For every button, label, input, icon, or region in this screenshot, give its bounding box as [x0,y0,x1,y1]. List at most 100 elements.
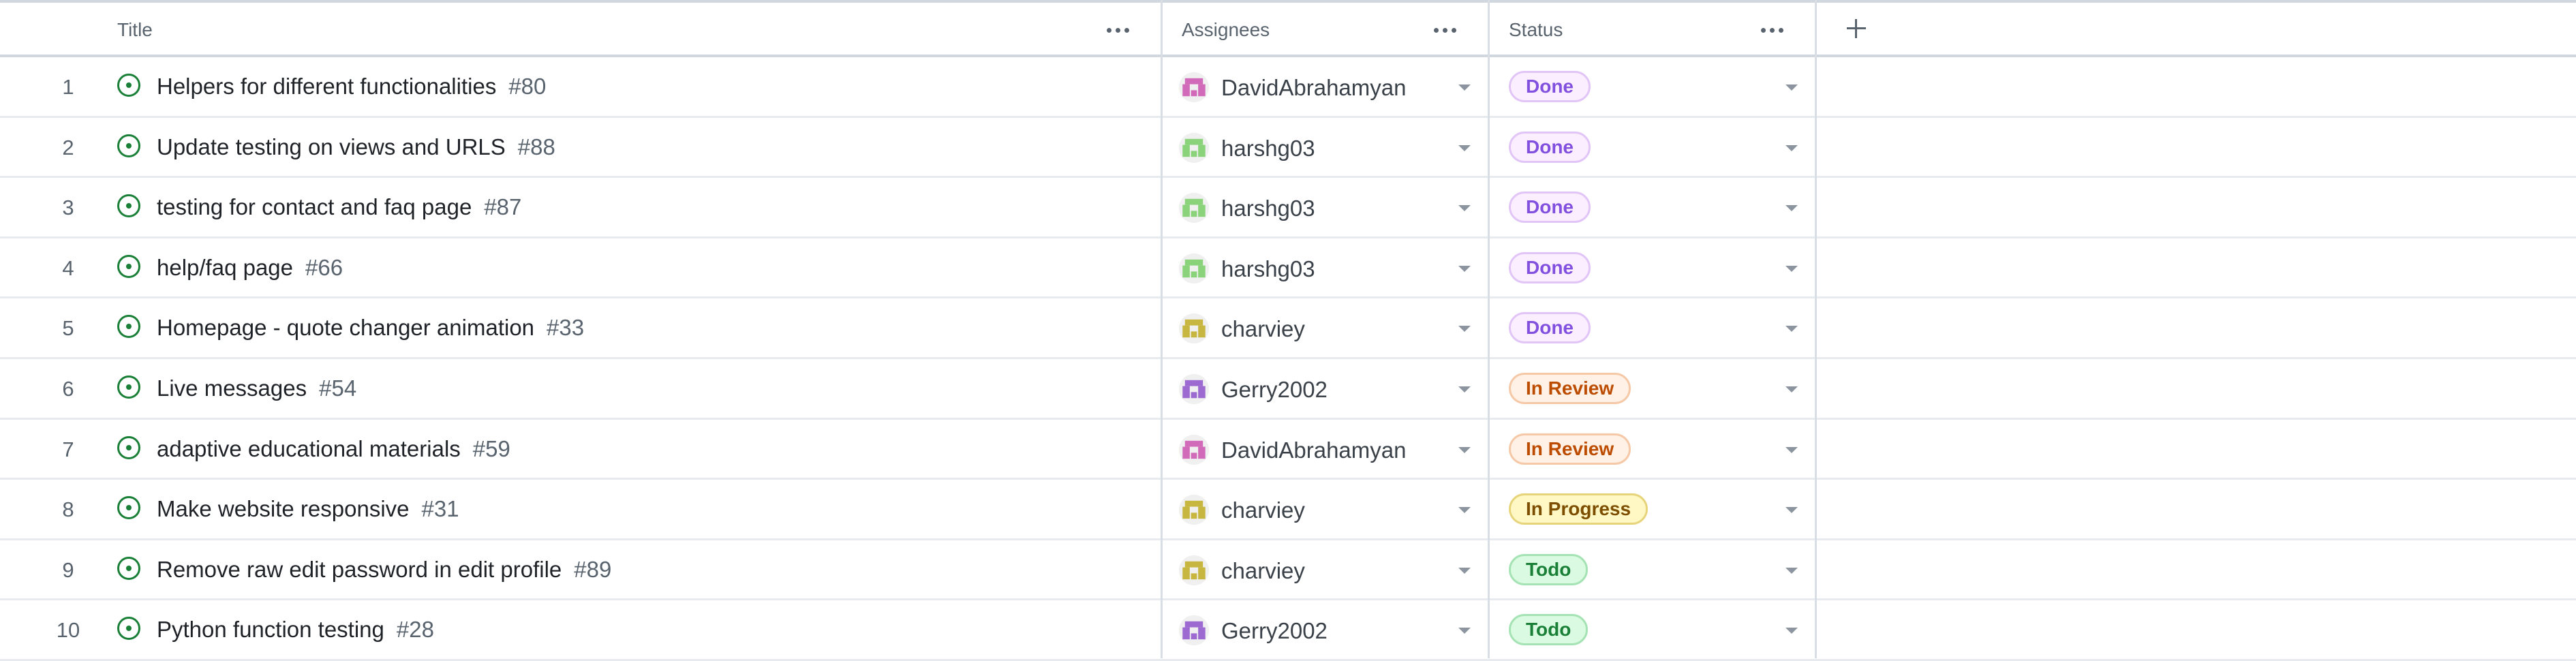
issue-title-text: Homepage - quote changer animation [157,315,535,341]
table-row[interactable]: 2 Update testing on views and URLS #88 hars… [0,118,2576,179]
table-row[interactable]: 3 testing for contact and faq page #87 hars… [0,178,2576,239]
issue-number: #80 [508,74,547,99]
issue-number: #54 [319,375,357,401]
column-header-assignees-label: Assignees [1182,19,1270,40]
issue-title-link[interactable]: Python function testing #28 [157,617,434,643]
open-issue-icon [117,435,140,459]
assignee-avatar[interactable] [1179,434,1209,465]
issue-title-link[interactable]: Live messages #54 [157,375,356,401]
table-row[interactable]: 9 Remove raw edit password in edit profil… [0,540,2576,601]
table-row[interactable]: 10 Python function testing #28 Gerry2002 Tod… [0,600,2576,661]
status-badge[interactable]: Done [1509,251,1591,283]
status-dropdown-chevron-icon[interactable] [1785,446,1798,453]
open-issue-icon [117,194,140,218]
assignee-avatar[interactable] [1179,555,1209,585]
issue-title-text: Helpers for different functionalities [157,74,497,99]
status-dropdown-chevron-icon[interactable] [1785,265,1798,272]
assignees-dropdown-chevron-icon[interactable] [1458,84,1471,91]
table-row[interactable]: 8 Make website responsive #31 charviey In Pr… [0,480,2576,540]
status-badge[interactable]: Todo [1509,553,1589,585]
issue-title-text: testing for contact and faq page [157,194,472,220]
status-badge[interactable]: Done [1509,131,1591,163]
issue-title-link[interactable]: adaptive educational materials #59 [157,436,510,462]
status-dropdown-chevron-icon[interactable] [1785,628,1798,634]
status-badge[interactable]: In Review [1509,373,1631,404]
assignee-name: harshg03 [1221,135,1315,161]
assignees-dropdown-chevron-icon[interactable] [1458,446,1471,453]
status-dropdown-chevron-icon[interactable] [1785,84,1798,91]
issue-title-text: Python function testing [157,617,384,643]
status-dropdown-chevron-icon[interactable] [1785,386,1798,393]
open-issue-icon [117,617,140,641]
status-badge[interactable]: In Review [1509,433,1631,465]
assignee-name: Gerry2002 [1221,377,1328,402]
table-row[interactable]: 6 Live messages #54 Gerry2002 In Review [0,359,2576,420]
table-row[interactable]: 4 help/faq page #66 harshg03 Done [0,239,2576,299]
assignees-dropdown-chevron-icon[interactable] [1458,507,1471,514]
assignee-avatar[interactable] [1179,615,1209,646]
table-row[interactable]: 7 adaptive educational materials #59 DavidA… [0,420,2576,480]
open-issue-icon [117,254,140,278]
column-divider [1161,0,1163,658]
issue-title-link[interactable]: Update testing on views and URLS #88 [157,134,555,160]
issue-number: #28 [396,617,434,643]
project-table: Title Assignees Status 1 Helpers for diff… [0,0,2576,661]
assignees-dropdown-chevron-icon[interactable] [1458,567,1471,574]
open-issue-icon [117,74,140,97]
add-field-plus-icon[interactable] [1840,12,1873,45]
assignees-dropdown-chevron-icon[interactable] [1458,386,1471,393]
status-dropdown-chevron-icon[interactable] [1785,507,1798,514]
issue-title-link[interactable]: testing for contact and faq page #87 [157,194,521,220]
row-number: 3 [62,196,74,220]
status-badge[interactable]: In Progress [1509,493,1649,525]
status-dropdown-chevron-icon[interactable] [1785,144,1798,151]
issue-title-link[interactable]: Make website responsive #31 [157,496,459,522]
assignees-dropdown-chevron-icon[interactable] [1458,265,1471,272]
issue-title-link[interactable]: Homepage - quote changer animation #33 [157,315,584,341]
status-badge[interactable]: Done [1509,312,1591,344]
open-issue-icon [117,134,140,157]
assignees-dropdown-chevron-icon[interactable] [1458,628,1471,634]
issue-title-link[interactable]: Remove raw edit password in edit profile… [157,557,611,583]
assignees-dropdown-chevron-icon[interactable] [1458,144,1471,151]
status-badge[interactable]: Done [1509,191,1591,224]
assignee-name: DavidAbrahamyan [1221,75,1407,100]
assignees-dropdown-chevron-icon[interactable] [1458,205,1471,212]
assignee-avatar[interactable] [1179,253,1209,283]
assignee-avatar[interactable] [1179,72,1209,102]
column-header-assignees[interactable]: Assignees [1182,3,1270,57]
assignee-avatar[interactable] [1179,374,1209,404]
open-issue-icon [117,375,140,399]
issue-title-link[interactable]: Helpers for different functionalities #80 [157,74,546,99]
assignee-name: charviey [1221,497,1305,523]
status-column-menu-icon[interactable] [1757,16,1787,44]
assignees-column-menu-icon[interactable] [1430,16,1460,44]
assignees-dropdown-chevron-icon[interactable] [1458,326,1471,333]
column-header-status-label: Status [1509,19,1563,40]
assignee-name: Gerry2002 [1221,618,1328,644]
status-dropdown-chevron-icon[interactable] [1785,205,1798,212]
status-badge[interactable]: Done [1509,71,1591,102]
column-divider [1488,0,1490,658]
status-dropdown-chevron-icon[interactable] [1785,567,1798,574]
issue-number: #66 [305,254,343,280]
assignee-avatar[interactable] [1179,132,1209,163]
row-number: 9 [62,557,74,582]
issue-number: #87 [484,194,522,220]
issue-number: #59 [472,435,510,461]
issue-title-text: Make website responsive [157,496,410,522]
assignee-avatar[interactable] [1179,313,1209,344]
issue-number: #31 [421,496,459,522]
issue-title-text: help/faq page [157,254,294,280]
column-header-title[interactable]: Title [117,3,153,57]
table-row[interactable]: 5 Homepage - quote changer animation #33 ch… [0,298,2576,359]
title-column-menu-icon[interactable] [1103,16,1133,44]
assignee-avatar[interactable] [1179,495,1209,525]
issue-title-link[interactable]: help/faq page #66 [157,255,343,281]
assignee-avatar[interactable] [1179,193,1209,224]
status-badge[interactable]: Todo [1509,614,1589,646]
table-row[interactable]: 1 Helpers for different functionalities #8… [0,57,2576,118]
column-header-status[interactable]: Status [1509,3,1563,57]
assignee-name: charviey [1221,557,1305,583]
status-dropdown-chevron-icon[interactable] [1785,326,1798,333]
